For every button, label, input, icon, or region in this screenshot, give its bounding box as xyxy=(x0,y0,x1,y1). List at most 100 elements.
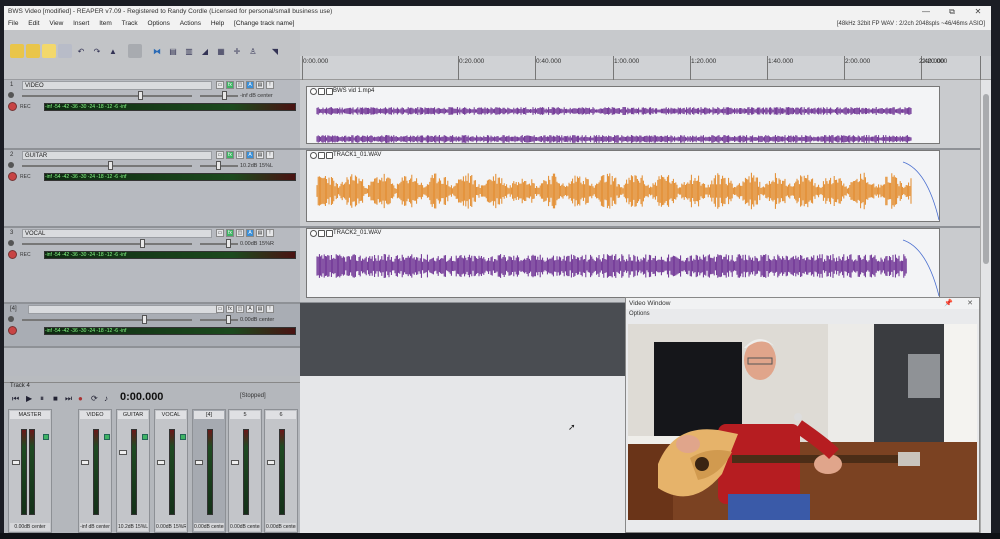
transport-time[interactable]: 0:00.000 xyxy=(120,391,163,403)
item-lock-icon[interactable] xyxy=(326,230,333,237)
menu-item[interactable]: Item xyxy=(95,18,116,30)
lock-icon[interactable]: ▤ xyxy=(166,44,180,58)
strip-fader[interactable] xyxy=(267,460,275,465)
volume-knob[interactable] xyxy=(108,161,113,170)
move-icon[interactable]: ✛ xyxy=(230,44,244,58)
arrange-empty-lower[interactable] xyxy=(300,376,625,533)
menu-actions[interactable]: Actions xyxy=(176,18,205,30)
vertical-scrollbar[interactable] xyxy=(980,80,991,533)
fx-indicator-icon[interactable] xyxy=(180,434,186,440)
track-panel-vocal[interactable]: 3 VOCAL ▭ fx ◫ A ▤ ! 0.00dB 15%R REC -in… xyxy=(4,228,300,304)
ripple-edit-icon[interactable]: ⧓ xyxy=(150,44,164,58)
snap-icon[interactable]: ▥ xyxy=(182,44,196,58)
menu-options[interactable]: Options xyxy=(143,18,173,30)
mixer-strip-5[interactable]: 5 0.00dB center xyxy=(228,409,262,533)
volume-knob[interactable] xyxy=(138,91,143,100)
mixer-strip-guitar[interactable]: GUITAR 10.2dB 15%L xyxy=(116,409,150,533)
region-lane[interactable] xyxy=(300,30,991,56)
menu-file[interactable]: File xyxy=(4,18,22,30)
fx-indicator-icon[interactable] xyxy=(142,434,148,440)
info-icon[interactable]: ! xyxy=(266,151,274,159)
record-arm-button[interactable] xyxy=(8,172,17,181)
pan-knob[interactable] xyxy=(226,239,231,248)
automation-button[interactable]: A xyxy=(246,305,254,313)
item-props-icon[interactable] xyxy=(318,152,325,159)
play-icon[interactable]: ▶ xyxy=(26,394,32,403)
record-arm-button[interactable] xyxy=(8,250,17,259)
stop-icon[interactable]: ■ xyxy=(53,394,58,403)
record-arm-button[interactable] xyxy=(8,102,17,111)
pan-knob[interactable] xyxy=(222,91,227,100)
mixer-strip-6[interactable]: 6 0.00dB center xyxy=(264,409,298,533)
strip-fader[interactable] xyxy=(195,460,203,465)
media-item-video[interactable]: BWS vid 1.mp4 xyxy=(306,86,940,144)
video-options-menu[interactable]: Options xyxy=(626,309,979,319)
pan-knob[interactable] xyxy=(216,161,221,170)
track-name-field[interactable]: VIDEO xyxy=(22,81,212,90)
track-lane-video[interactable]: BWS vid 1.mp4 xyxy=(300,80,980,150)
title-bar[interactable]: BWS Video [modified] - REAPER v7.09 - Re… xyxy=(4,6,991,18)
metronome-toggle-icon[interactable]: ♪ xyxy=(104,394,108,403)
item-fx-icon[interactable] xyxy=(310,230,317,237)
phase-icon[interactable] xyxy=(8,92,14,98)
io-icon[interactable]: ◫ xyxy=(236,151,244,159)
metronome-icon[interactable]: ▲ xyxy=(106,44,120,58)
pin-icon[interactable]: 📌 xyxy=(944,299,953,307)
pan-knob[interactable] xyxy=(226,315,231,324)
media-item-vocal[interactable]: TRACK2_01.WAV xyxy=(306,228,940,298)
menu-edit[interactable]: Edit xyxy=(24,18,43,30)
volume-slider[interactable] xyxy=(22,243,192,245)
env-icon[interactable]: ▤ xyxy=(256,81,264,89)
folder-icon[interactable]: ▭ xyxy=(216,229,224,237)
undo-icon[interactable]: ↶ xyxy=(74,44,88,58)
volume-knob[interactable] xyxy=(140,239,145,248)
env-icon[interactable]: ▤ xyxy=(256,229,264,237)
timeline-ruler[interactable]: 0:00.000 0:20.000 0:40.000 1:00.000 1:20… xyxy=(300,30,991,80)
strip-fader[interactable] xyxy=(12,460,20,465)
track-lane-vocal[interactable]: TRACK2_01.WAV xyxy=(300,228,980,304)
env-icon[interactable]: ▤ xyxy=(256,151,264,159)
record-icon[interactable]: ● xyxy=(78,394,83,403)
minimize-button[interactable]: — xyxy=(913,6,939,18)
menu-insert[interactable]: Insert xyxy=(69,18,93,30)
phase-icon[interactable] xyxy=(8,316,14,322)
pan-slider[interactable] xyxy=(200,243,238,245)
crossfade-icon[interactable]: ▦ xyxy=(214,44,228,58)
io-icon[interactable]: ◫ xyxy=(236,229,244,237)
close-button[interactable]: ✕ xyxy=(965,6,991,18)
fx-button[interactable]: fx xyxy=(226,151,234,159)
pan-slider[interactable] xyxy=(200,319,238,321)
go-to-end-icon[interactable]: ⏭ xyxy=(65,394,72,404)
fx-button[interactable]: fx xyxy=(226,305,234,313)
track-panel-video[interactable]: 1 VIDEO ▭ fx ◫ A ▤ ! -inf dB center REC … xyxy=(4,80,300,150)
save-project-icon[interactable] xyxy=(42,44,56,58)
volume-knob[interactable] xyxy=(142,315,147,324)
open-project-icon[interactable] xyxy=(26,44,40,58)
media-item-guitar[interactable]: TRACK1_01.WAV xyxy=(306,150,940,222)
io-icon[interactable]: ◫ xyxy=(236,305,244,313)
info-icon[interactable]: ! xyxy=(266,305,274,313)
track-name-field[interactable] xyxy=(28,305,218,314)
track-lane-guitar[interactable]: TRACK1_01.WAV xyxy=(300,150,980,228)
mixer-strip-master[interactable]: MASTER 0.00dB center xyxy=(8,409,52,533)
repeat-icon[interactable]: ⟳ xyxy=(91,394,98,403)
volume-slider[interactable] xyxy=(22,319,192,321)
track-panel-guitar[interactable]: 2 GUITAR ▭ fx ◫ A ▤ ! 10.2dB 15%L REC -i… xyxy=(4,150,300,228)
razor-icon[interactable]: ♙ xyxy=(246,44,260,58)
info-icon[interactable]: ! xyxy=(266,81,274,89)
close-icon[interactable]: ✕ xyxy=(967,299,973,307)
phase-icon[interactable] xyxy=(8,162,14,168)
env-icon[interactable]: ▤ xyxy=(256,305,264,313)
mixer-strip-vocal[interactable]: VOCAL 0.00dB 15%R xyxy=(154,409,188,533)
track-panel-4[interactable]: [4] ▭ fx ◫ A ▤ ! 0.00dB center -inf -54 … xyxy=(4,304,300,348)
fx-button[interactable]: fx xyxy=(226,229,234,237)
redo-icon[interactable]: ↷ xyxy=(90,44,104,58)
fx-indicator-icon[interactable] xyxy=(43,434,49,440)
menu-help[interactable]: Help xyxy=(207,18,228,30)
folder-icon[interactable]: ▭ xyxy=(216,81,224,89)
mixer-strip-video[interactable]: VIDEO -inf dB center xyxy=(78,409,112,533)
grid-icon[interactable] xyxy=(128,44,142,58)
item-props-icon[interactable] xyxy=(318,230,325,237)
menu-view[interactable]: View xyxy=(45,18,67,30)
item-lock-icon[interactable] xyxy=(326,152,333,159)
